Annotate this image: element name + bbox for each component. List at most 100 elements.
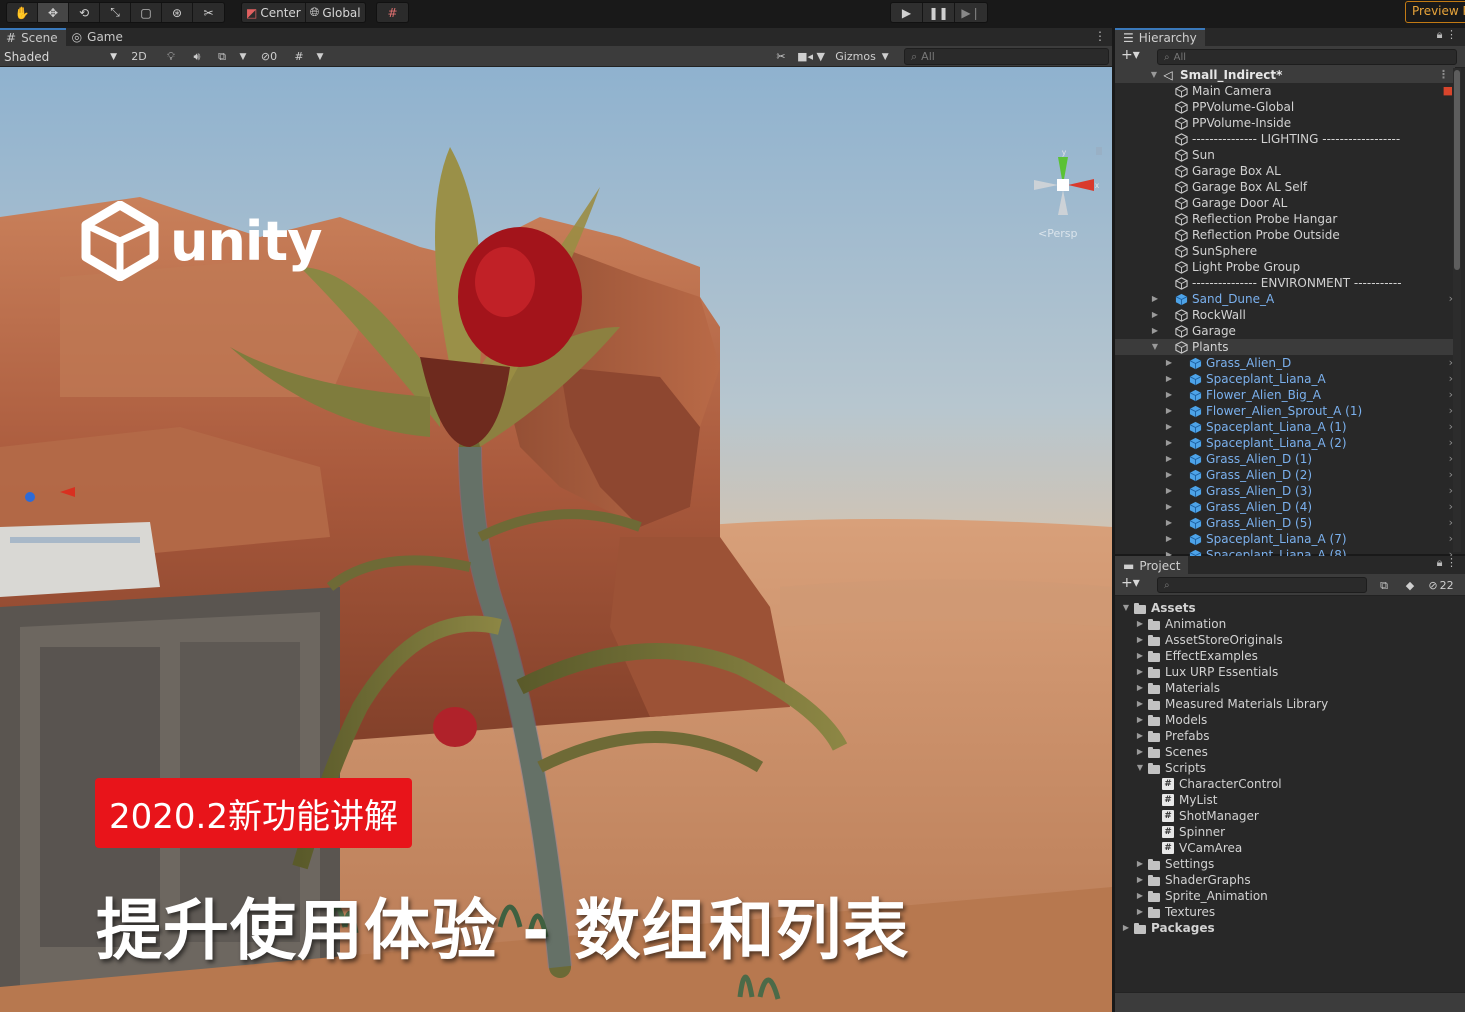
hierarchy-item[interactable]: Garage Box AL	[1115, 163, 1455, 179]
grid-dropdown-icon[interactable]: ▼	[313, 47, 327, 66]
script-asset-item[interactable]: # CharacterControl	[1115, 776, 1455, 792]
tab-game[interactable]: ◎ Game	[66, 28, 131, 46]
fold-open-icon[interactable]: ▼	[1121, 600, 1131, 616]
lock-icon[interactable]: 🔒︎ ⋮	[1437, 28, 1457, 42]
hierarchy-scrollbar[interactable]	[1453, 68, 1461, 552]
hierarchy-item[interactable]: PPVolume-Inside	[1115, 115, 1455, 131]
hierarchy-item[interactable]: ▶ Grass_Alien_D (4) ›	[1115, 499, 1455, 515]
gizmos-dropdown[interactable]: Gizmos ▼	[830, 47, 894, 66]
tab-project[interactable]: ▬ Project	[1115, 556, 1189, 574]
fold-open-icon[interactable]: ▼	[1149, 67, 1159, 83]
folder-item[interactable]: ▼ Scripts	[1115, 760, 1455, 776]
script-asset-item[interactable]: # Spinner	[1115, 824, 1455, 840]
hierarchy-item[interactable]: Main Camera ■	[1115, 83, 1455, 99]
script-asset-item[interactable]: # VCamArea	[1115, 840, 1455, 856]
hierarchy-item[interactable]: SunSphere	[1115, 243, 1455, 259]
hierarchy-item[interactable]: ▶ Grass_Alien_D (3) ›	[1115, 483, 1455, 499]
scene-viewport[interactable]: unity y x <Persp 2020.2新功能讲解 提升使用体验 - 数组…	[0, 67, 1112, 1012]
effects-toggle-icon[interactable]: ⧉	[211, 47, 233, 66]
fold-closed-icon[interactable]: ▶	[1135, 888, 1145, 904]
fold-closed-icon[interactable]: ▶	[1150, 307, 1160, 323]
fold-closed-icon[interactable]: ▶	[1135, 856, 1145, 872]
preview-packages-button[interactable]: Preview P	[1405, 1, 1465, 23]
folder-item[interactable]: ▶ Measured Materials Library	[1115, 696, 1455, 712]
fold-closed-icon[interactable]: ▶	[1135, 632, 1145, 648]
fold-closed-icon[interactable]: ▶	[1164, 531, 1174, 547]
tools-icon[interactable]: ✂	[770, 47, 792, 66]
folder-item[interactable]: ▶ Lux URP Essentials	[1115, 664, 1455, 680]
hierarchy-item[interactable]: Reflection Probe Hangar	[1115, 211, 1455, 227]
hierarchy-item[interactable]: PPVolume-Global	[1115, 99, 1455, 115]
fold-closed-icon[interactable]: ▶	[1135, 616, 1145, 632]
fold-open-icon[interactable]: ▼	[1135, 760, 1145, 776]
scale-tool-icon[interactable]: ⤡	[100, 3, 131, 22]
toggle-2d-button[interactable]: 2D	[126, 47, 152, 66]
hierarchy-item[interactable]: ▶ Garage	[1115, 323, 1455, 339]
camera-settings-icon[interactable]: ■◂ ▼	[797, 47, 825, 66]
draw-mode-dropdown[interactable]: Shaded ▼	[0, 47, 121, 66]
effects-dropdown-icon[interactable]: ▼	[236, 47, 250, 66]
grid-toggle-icon[interactable]: #	[288, 47, 310, 66]
folder-item[interactable]: ▶ Textures	[1115, 904, 1455, 920]
hidden-packages-toggle[interactable]: ⊘ 22	[1423, 576, 1459, 595]
hand-tool-icon[interactable]: ✋	[7, 3, 38, 22]
script-asset-item[interactable]: # ShotManager	[1115, 808, 1455, 824]
scene-search-input[interactable]: ⌕ All	[904, 48, 1109, 65]
fold-closed-icon[interactable]: ▶	[1164, 371, 1174, 387]
move-tool-icon[interactable]: ✥	[38, 3, 69, 22]
fold-closed-icon[interactable]: ▶	[1135, 872, 1145, 888]
project-search-input[interactable]: ⌕	[1157, 577, 1367, 593]
create-dropdown-button[interactable]: +▾	[1121, 47, 1140, 63]
fold-closed-icon[interactable]: ▶	[1135, 728, 1145, 744]
fold-closed-icon[interactable]: ▶	[1164, 451, 1174, 467]
folder-item[interactable]: ▶ AssetStoreOriginals	[1115, 632, 1455, 648]
fold-closed-icon[interactable]: ▶	[1135, 680, 1145, 696]
fold-closed-icon[interactable]: ▶	[1164, 467, 1174, 483]
search-by-type-icon[interactable]: ⧉	[1373, 576, 1395, 595]
hierarchy-item[interactable]: Sun	[1115, 147, 1455, 163]
hierarchy-item[interactable]: Light Probe Group	[1115, 259, 1455, 275]
hierarchy-search-input[interactable]: ⌕ All	[1157, 49, 1457, 65]
rotate-tool-icon[interactable]: ⟲	[69, 3, 100, 22]
fold-closed-icon[interactable]: ▶	[1150, 323, 1160, 339]
perspective-label[interactable]: <Persp	[1038, 227, 1077, 240]
hierarchy-item[interactable]: ▶ Flower_Alien_Sprout_A (1) ›	[1115, 403, 1455, 419]
fold-closed-icon[interactable]: ▶	[1135, 664, 1145, 680]
hierarchy-item[interactable]: Garage Box AL Self	[1115, 179, 1455, 195]
fold-closed-icon[interactable]: ▶	[1150, 291, 1160, 307]
hierarchy-item[interactable]: ▶ RockWall	[1115, 307, 1455, 323]
hierarchy-item[interactable]: ▶ Grass_Alien_D ›	[1115, 355, 1455, 371]
fold-closed-icon[interactable]: ▶	[1135, 744, 1145, 760]
hierarchy-item[interactable]: ▶ Sand_Dune_A ›	[1115, 291, 1455, 307]
fold-closed-icon[interactable]: ▶	[1164, 483, 1174, 499]
scene-menu-icon[interactable]: ⋮	[1438, 67, 1449, 83]
fold-closed-icon[interactable]: ▶	[1135, 648, 1145, 664]
hierarchy-item[interactable]: ▶ Spaceplant_Liana_A ›	[1115, 371, 1455, 387]
step-button[interactable]: ▶❘	[955, 3, 987, 22]
hierarchy-item[interactable]: ▶ Grass_Alien_D (1) ›	[1115, 451, 1455, 467]
fold-closed-icon[interactable]: ▶	[1135, 696, 1145, 712]
hierarchy-item[interactable]: ▶ Grass_Alien_D (2) ›	[1115, 467, 1455, 483]
hierarchy-item[interactable]: Reflection Probe Outside	[1115, 227, 1455, 243]
scene-visibility-toggle[interactable]: ⊘ 0	[254, 47, 284, 66]
grid-snap-icon[interactable]: #	[377, 3, 408, 22]
folder-item[interactable]: ▶ EffectExamples	[1115, 648, 1455, 664]
tab-scene[interactable]: # Scene	[0, 28, 66, 46]
script-asset-item[interactable]: # MyList	[1115, 792, 1455, 808]
fold-closed-icon[interactable]: ▶	[1164, 515, 1174, 531]
folder-item[interactable]: ▼ Assets	[1115, 600, 1455, 616]
folder-item[interactable]: ▶ Animation	[1115, 616, 1455, 632]
hierarchy-item[interactable]: --------------- LIGHTING ---------------…	[1115, 131, 1455, 147]
scene-menu-icon[interactable]: ⋮	[1094, 29, 1106, 43]
tab-hierarchy[interactable]: ☰ Hierarchy	[1115, 28, 1205, 46]
hierarchy-item[interactable]: --------------- ENVIRONMENT -----------	[1115, 275, 1455, 291]
fold-closed-icon[interactable]: ▶	[1164, 499, 1174, 515]
folder-item[interactable]: ▶ Materials	[1115, 680, 1455, 696]
folder-item[interactable]: ▶ Models	[1115, 712, 1455, 728]
audio-toggle-icon[interactable]: 🔊︎	[186, 47, 208, 66]
folder-item[interactable]: ▶ Sprite_Animation	[1115, 888, 1455, 904]
folder-item[interactable]: ▶ Packages	[1115, 920, 1455, 936]
create-asset-button[interactable]: +▾	[1121, 575, 1140, 591]
lighting-toggle-icon[interactable]: 💡︎	[160, 47, 182, 66]
folder-item[interactable]: ▶ Settings	[1115, 856, 1455, 872]
